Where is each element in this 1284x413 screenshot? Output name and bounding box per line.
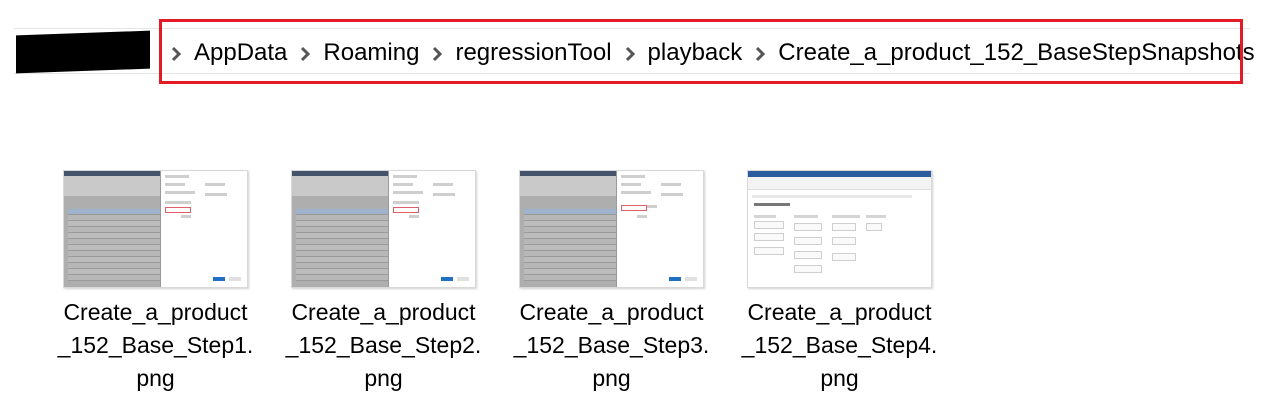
file-thumbnail bbox=[747, 170, 932, 288]
file-thumbnail bbox=[519, 170, 704, 288]
file-name[interactable]: Create_a_product _152_Base_Step2. png bbox=[284, 296, 483, 395]
file-thumbnail bbox=[291, 170, 476, 288]
file-name[interactable]: Create_a_product _152_Base_Step3. png bbox=[512, 296, 711, 395]
address-highlight-box bbox=[159, 19, 1243, 84]
redacted-path-segment bbox=[16, 30, 150, 74]
file-thumbnail bbox=[63, 170, 248, 288]
file-name[interactable]: Create_a_product _152_Base_Step1. png bbox=[56, 296, 255, 395]
file-name[interactable]: Create_a_product _152_Base_Step4. png bbox=[740, 296, 939, 395]
